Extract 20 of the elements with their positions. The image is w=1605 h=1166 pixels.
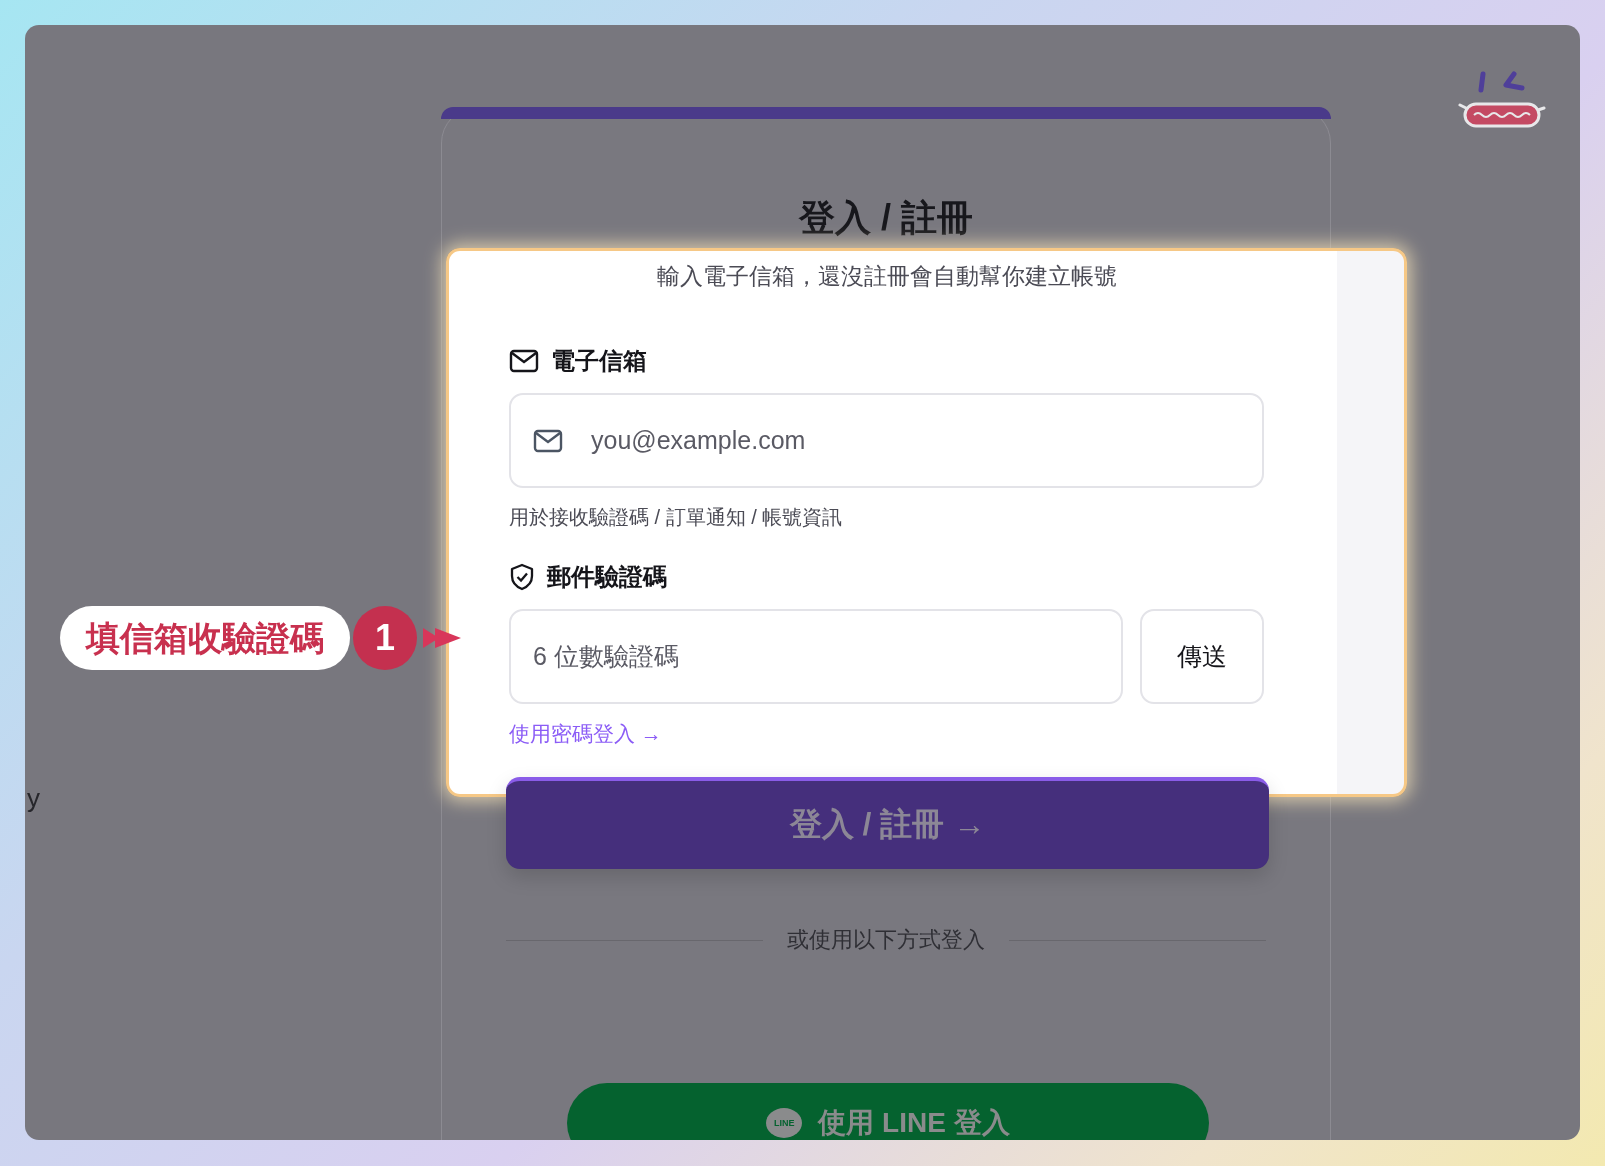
mail-icon: [533, 429, 563, 453]
chat-bubble-icon: LINE: [766, 1108, 803, 1138]
card-subtitle: 輸入電子信箱，還沒註冊會自動幫你建立帳號: [655, 262, 1118, 291]
page-text-fragment: y: [27, 783, 40, 814]
login-button[interactable]: 登入 / 註冊 →: [506, 777, 1269, 869]
send-button[interactable]: 傳送: [1140, 609, 1264, 704]
code-field[interactable]: 6 位數驗證碼: [509, 609, 1123, 704]
field-label: 郵件驗證碼: [547, 562, 667, 592]
divider-text: 或使用以下方式登入: [787, 926, 985, 954]
card-title: 登入 / 註冊: [797, 196, 974, 240]
password-login-link[interactable]: 使用密碼登入 →: [509, 720, 662, 748]
field-label: 電子信箱: [551, 346, 647, 376]
step-badge: 1: [353, 606, 417, 670]
callout-label: 填信箱收驗證碼: [60, 606, 350, 670]
helper-text: 用於接收驗證碼 / 訂單通知 / 帳號資訊: [509, 505, 844, 530]
pointer-arrow-icon: [423, 628, 461, 648]
mail-icon: [509, 349, 539, 373]
line-login-button[interactable]: LINE 使用 LINE 登入: [567, 1083, 1209, 1140]
shield-check-icon: [509, 563, 535, 591]
email-field[interactable]: you@example.com: [509, 393, 1264, 488]
